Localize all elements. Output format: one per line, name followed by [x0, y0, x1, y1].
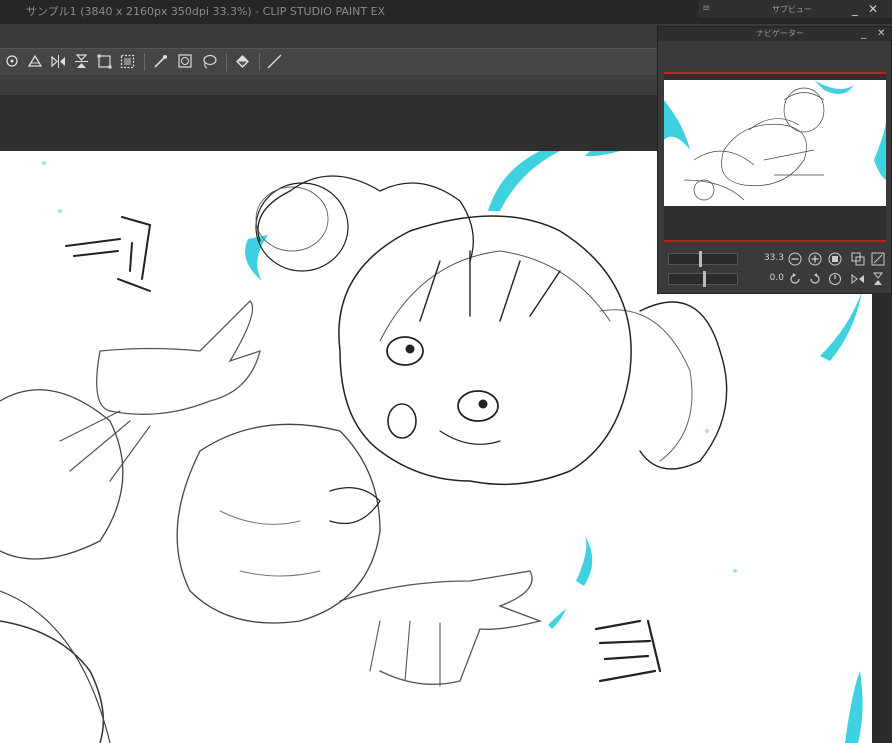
cyan-stroke: [488, 151, 560, 211]
window-title: サンプル1 (3840 x 2160px 350dpi 33.3%) - CLI…: [26, 5, 386, 18]
fill-bucket-icon[interactable]: [234, 53, 251, 70]
cyan-stroke: [548, 609, 566, 629]
subview-panel-header[interactable]: ≡ サブビュー _ ✕: [698, 0, 892, 18]
toolbar-strip: [0, 75, 660, 96]
command-toolbar: [0, 48, 660, 75]
actual-size-icon[interactable]: [828, 252, 842, 266]
cyan-stroke: [585, 151, 620, 157]
fit-to-window-icon[interactable]: [871, 252, 885, 266]
cyan-stroke: [845, 671, 863, 743]
flip-horizontal-view-icon[interactable]: [851, 272, 865, 286]
close-icon[interactable]: ✕: [866, 2, 880, 16]
cyan-stroke: [576, 536, 593, 586]
navigator-bottom-red-line: [664, 240, 886, 242]
navigator-panel: ナビゲーター _ ✕ 33.3 0.0: [657, 26, 892, 294]
navigator-thumbnail[interactable]: [664, 80, 886, 206]
selection-icon[interactable]: [119, 53, 136, 70]
line-icon[interactable]: [266, 53, 283, 70]
toolbar-separator: [259, 53, 260, 71]
navigator-panel-header[interactable]: ナビゲーター _ ✕: [658, 26, 891, 41]
free-transform-icon[interactable]: [96, 53, 113, 70]
rotation-value[interactable]: 0.0: [754, 273, 784, 283]
navigator-thumbnail-art: [664, 80, 886, 201]
rotate-right-icon[interactable]: [808, 272, 822, 286]
flip-vertical-icon[interactable]: [73, 53, 90, 70]
navigator-top-red-line: [664, 72, 886, 74]
rotation-slider-handle[interactable]: [703, 271, 706, 287]
zoom-in-icon[interactable]: [808, 252, 822, 266]
hamburger-icon[interactable]: ≡: [702, 3, 710, 14]
close-icon[interactable]: ✕: [877, 27, 885, 41]
fill-clear-icon[interactable]: [27, 53, 44, 70]
subview-panel-title: サブビュー: [772, 5, 812, 14]
toolbar-separator: [226, 53, 227, 71]
reset-rotation-icon[interactable]: [828, 272, 842, 286]
zoom-value[interactable]: 33.3: [754, 253, 784, 263]
cyan-stroke: [245, 235, 268, 281]
rotate-left-icon[interactable]: [788, 272, 802, 286]
cyan-stroke: [820, 291, 862, 361]
canvas-top-margin: [0, 95, 660, 151]
eyedropper-icon[interactable]: [152, 53, 169, 70]
lasso-fill-icon[interactable]: [201, 53, 218, 70]
minimize-icon[interactable]: _: [848, 2, 862, 16]
layer-reference-icon[interactable]: [177, 53, 194, 70]
flip-horizontal-icon[interactable]: [50, 53, 67, 70]
toolbar-separator: [144, 53, 145, 71]
zoom-slider[interactable]: [668, 251, 738, 267]
fit-to-navigator-icon[interactable]: [851, 252, 865, 266]
zoom-out-icon[interactable]: [788, 252, 802, 266]
zoom-slider-handle[interactable]: [699, 251, 702, 267]
transform-tool-icon[interactable]: [4, 53, 21, 70]
minimize-icon[interactable]: _: [861, 26, 867, 40]
flip-vertical-view-icon[interactable]: [871, 272, 885, 286]
rotation-slider[interactable]: [668, 271, 738, 287]
navigator-panel-title: ナビゲーター: [756, 29, 804, 38]
